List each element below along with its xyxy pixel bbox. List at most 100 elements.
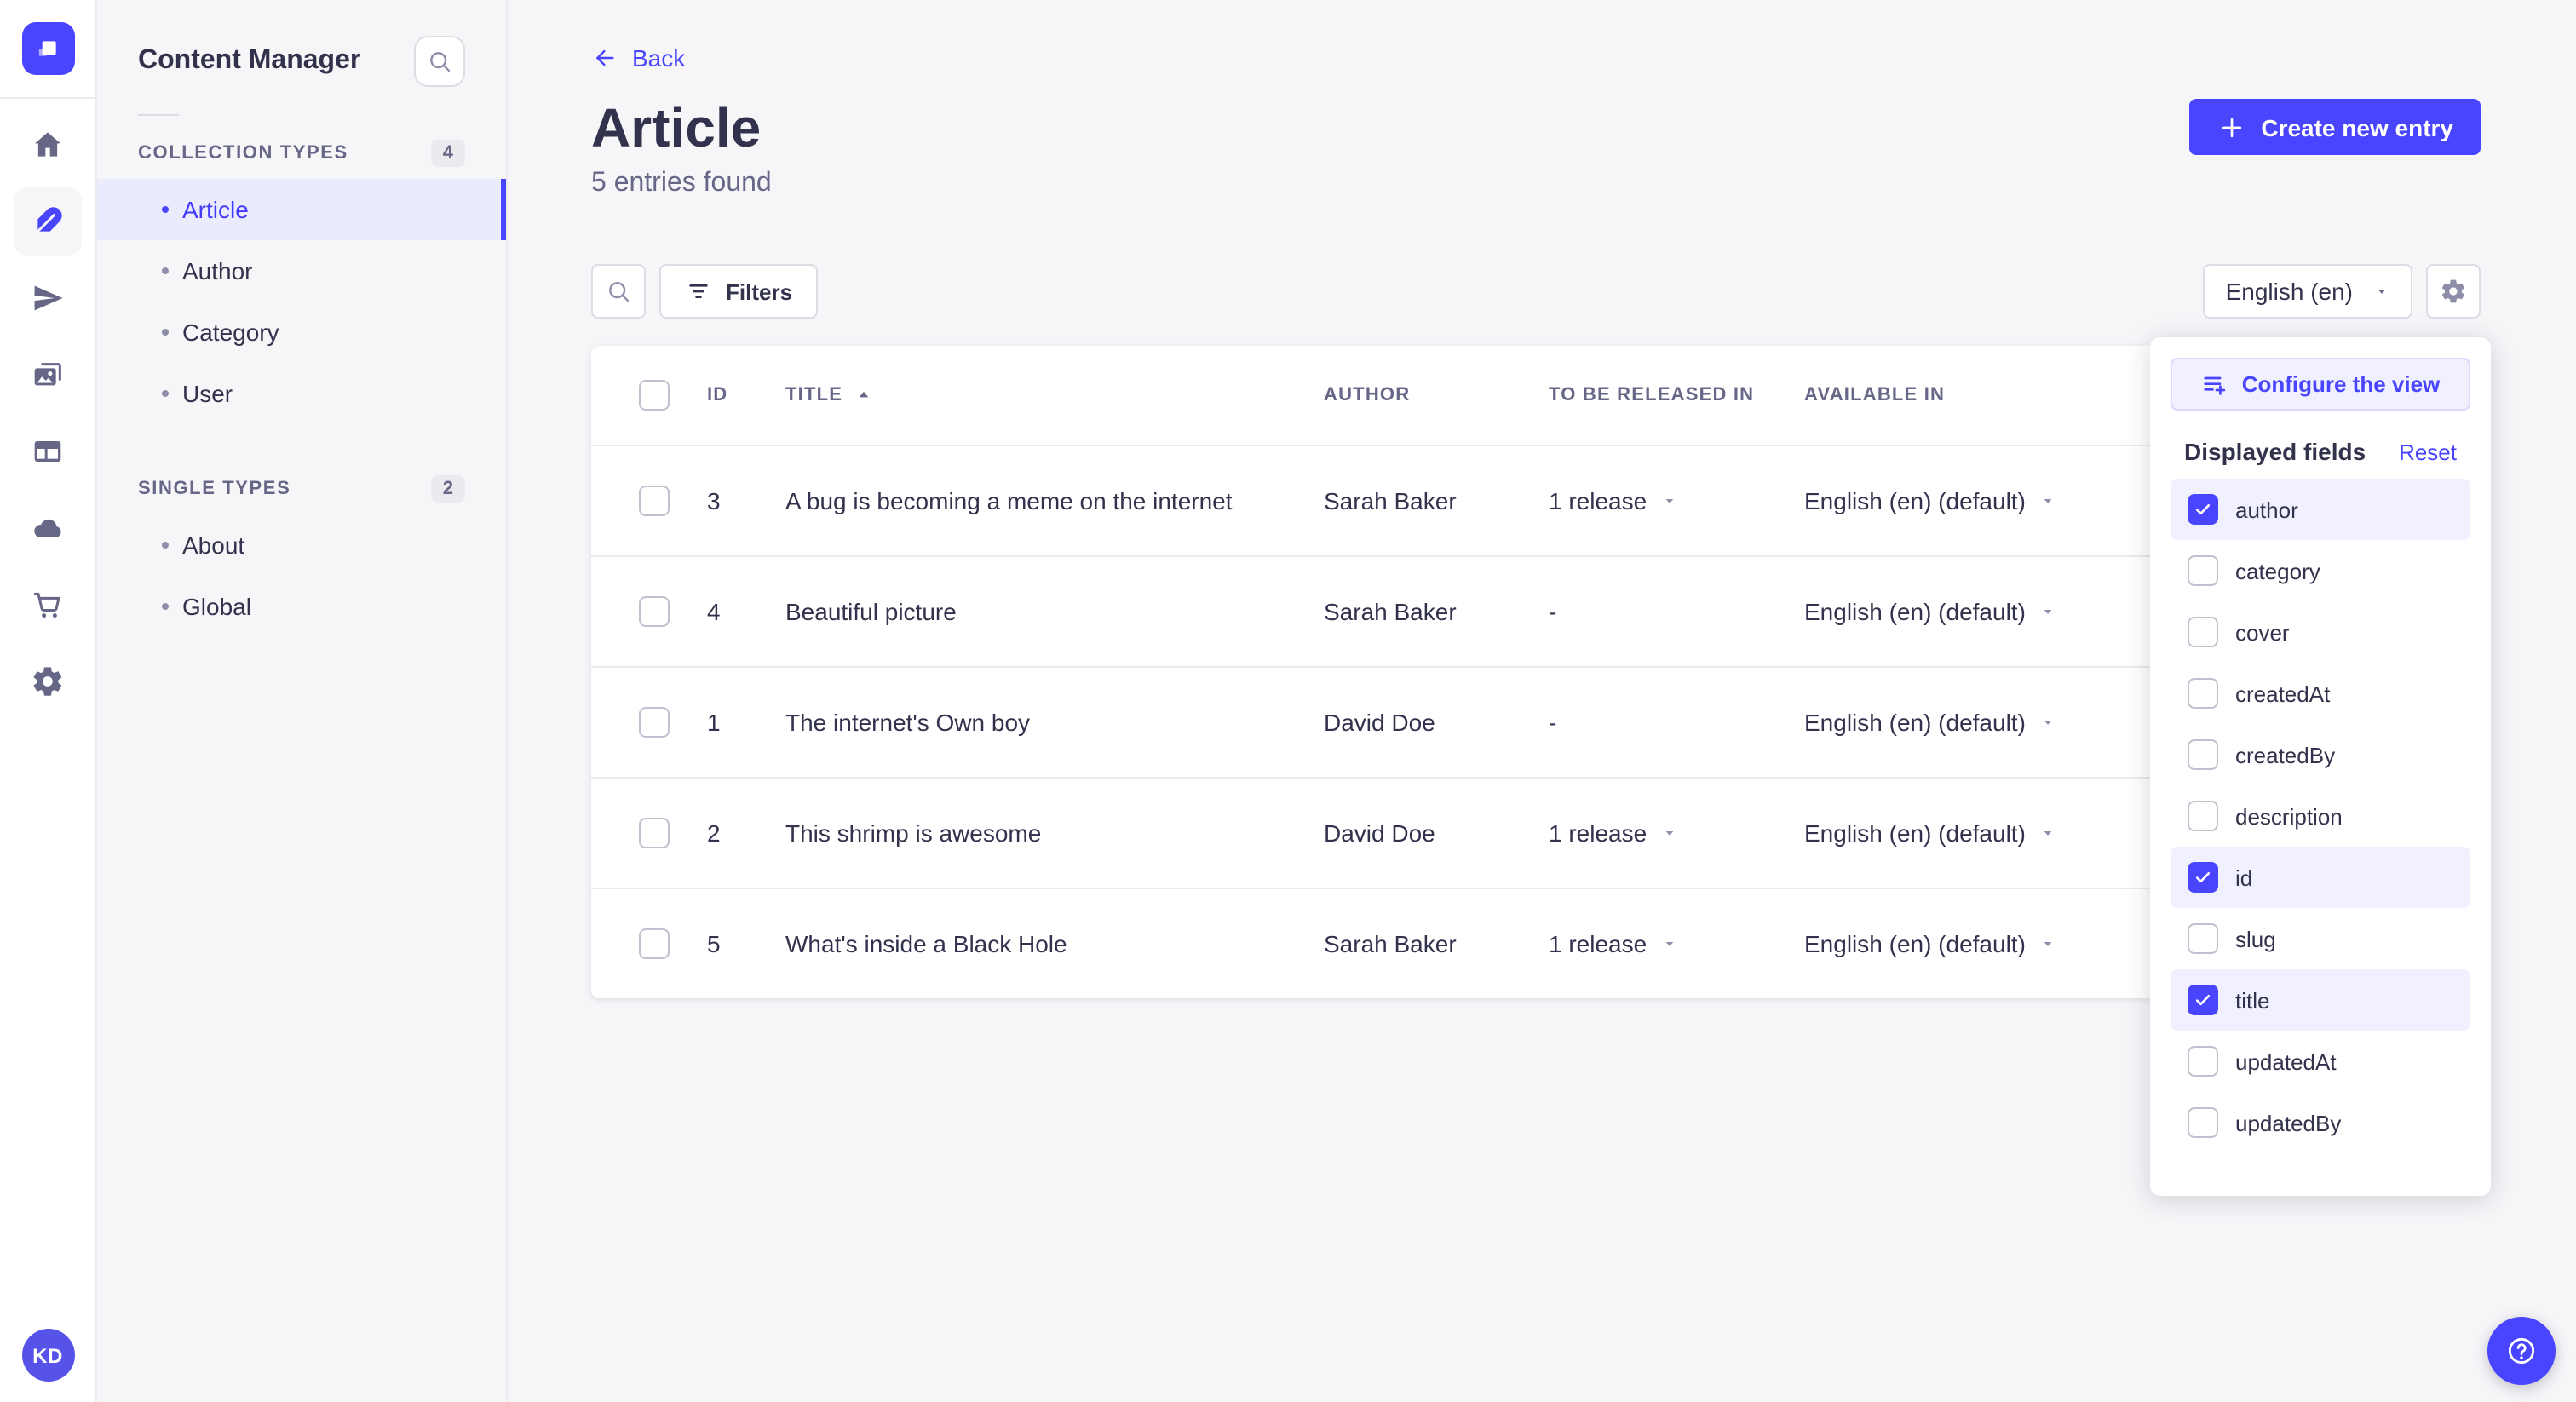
field-checkbox[interactable] [2188,739,2218,770]
field-checkbox[interactable] [2188,801,2218,831]
create-new-entry-button[interactable]: Create new entry [2189,99,2481,155]
select-all-checkbox[interactable] [639,380,670,411]
rail-item-content-manager[interactable] [14,187,82,256]
field-checkbox[interactable] [2188,923,2218,954]
column-header-title[interactable]: TITLE [785,385,1324,405]
column-header-label: AUTHOR [1324,385,1411,406]
user-avatar[interactable]: KD [21,1329,74,1382]
rail-item-settings[interactable] [14,647,82,715]
table-search-button[interactable] [591,264,646,319]
field-row-category[interactable]: category [2171,540,2470,601]
released-value: - [1549,709,1557,737]
table-row[interactable]: 4 Beautiful picture Sarah Baker - Englis… [591,555,2395,666]
column-header-released[interactable]: TO BE RELEASED IN [1549,385,1804,405]
chevron-down-icon [2039,492,2056,509]
row-checkbox[interactable] [639,707,670,738]
released-value: - [1549,598,1557,626]
cart-icon [31,588,65,622]
released-value: 1 release [1549,930,1647,958]
row-author: David Doe [1324,819,1435,848]
row-checkbox[interactable] [639,818,670,849]
sidebar-search-button[interactable] [414,36,465,87]
row-checkbox[interactable] [639,596,670,628]
row-released[interactable]: 1 release [1549,930,1804,957]
paper-plane-icon [31,281,65,315]
row-title: This shrimp is awesome [785,819,1042,848]
table-row[interactable]: 5 What's inside a Black Hole Sarah Baker… [591,888,2395,998]
column-header-author[interactable]: AUTHOR [1324,385,1549,405]
cloud-icon [31,511,65,545]
field-row-cover[interactable]: cover [2171,601,2470,663]
field-label: updatedBy [2235,1110,2342,1135]
field-checkbox[interactable] [2188,862,2218,893]
rail-item-media-library[interactable] [14,341,82,409]
row-released[interactable]: - [1549,598,1804,625]
sidebar-item-article[interactable]: Article [97,179,506,240]
collection-types-list: Article Author Category User [97,179,506,424]
field-checkbox[interactable] [2188,678,2218,709]
field-checkbox[interactable] [2188,555,2218,586]
back-link[interactable]: Back [591,44,685,72]
rail-item-home[interactable] [14,111,82,179]
rail-item-deploy[interactable] [14,494,82,562]
sidebar-item-about[interactable]: About [97,514,506,576]
sidebar-item-global[interactable]: Global [97,576,506,637]
field-checkbox[interactable] [2188,1107,2218,1138]
table-toolbar: Filters English (en) [591,264,2481,319]
row-id: 1 [707,709,721,737]
row-released[interactable]: - [1549,709,1804,736]
locale-select[interactable]: English (en) [2203,264,2412,319]
collection-types-header: COLLECTION TYPES 4 [97,123,506,179]
arrow-left-icon [591,44,618,72]
field-checkbox[interactable] [2188,1046,2218,1077]
rail-item-releases[interactable] [14,264,82,332]
locale-value: English (en) [2225,278,2353,306]
sidebar-item-user[interactable]: User [97,363,506,424]
table-row[interactable]: 3 A bug is becoming a meme on the intern… [591,445,2395,555]
field-row-id[interactable]: id [2171,847,2470,908]
chevron-down-icon [2039,935,2056,952]
collection-types-count-badge: 4 [430,140,465,167]
field-row-title[interactable]: title [2171,969,2470,1031]
field-checkbox[interactable] [2188,985,2218,1015]
row-title: Beautiful picture [785,598,957,626]
title-row: Article Create new entry [591,98,2481,158]
available-value: English (en) (default) [1804,930,2026,958]
sidebar-item-label: About [182,531,245,559]
help-button[interactable] [2487,1317,2556,1385]
field-row-createdBy[interactable]: createdBy [2171,724,2470,785]
rail-item-content-type-builder[interactable] [14,417,82,486]
filter-icon [685,278,712,305]
reset-link[interactable]: Reset [2399,439,2457,464]
sidebar-item-category[interactable]: Category [97,302,506,363]
field-checkbox[interactable] [2188,494,2218,525]
column-header-id[interactable]: ID [707,385,785,405]
configure-the-view-button[interactable]: Configure the view [2171,358,2470,411]
table-row[interactable]: 2 This shrimp is awesome David Doe 1 rel… [591,777,2395,888]
check-icon [2193,990,2213,1010]
rail-item-marketplace[interactable] [14,571,82,639]
view-settings-button[interactable] [2426,264,2481,319]
field-row-description[interactable]: description [2171,785,2470,847]
layout-icon [31,434,65,468]
sidebar-header: Content Manager [97,0,506,87]
field-row-slug[interactable]: slug [2171,908,2470,969]
row-checkbox[interactable] [639,486,670,517]
row-checkbox[interactable] [639,928,670,960]
field-row-createdAt[interactable]: createdAt [2171,663,2470,724]
sidebar-item-author[interactable]: Author [97,240,506,302]
field-checkbox[interactable] [2188,617,2218,647]
entries-count: 5 entries found [591,169,772,198]
strapi-logo[interactable] [21,22,74,75]
table-row[interactable]: 1 The internet's Own boy David Doe - Eng… [591,666,2395,777]
field-row-updatedBy[interactable]: updatedBy [2171,1092,2470,1153]
row-author: Sarah Baker [1324,598,1457,626]
app-window: KD Content Manager COLLECTION TYPES 4 Ar… [0,0,2576,1402]
field-row-author[interactable]: author [2171,479,2470,540]
chevron-down-icon [2373,283,2390,300]
chevron-down-icon [1660,935,1677,952]
row-released[interactable]: 1 release [1549,819,1804,847]
field-row-updatedAt[interactable]: updatedAt [2171,1031,2470,1092]
row-released[interactable]: 1 release [1549,487,1804,514]
filters-button[interactable]: Filters [659,264,819,319]
